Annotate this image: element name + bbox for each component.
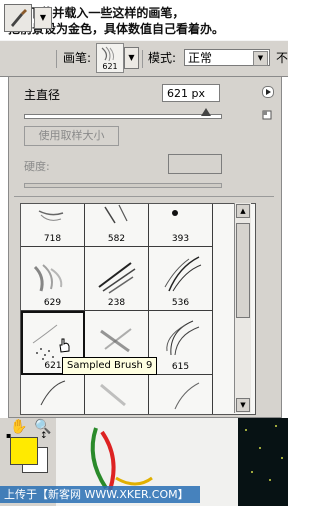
mode-label: 模式: bbox=[148, 51, 177, 65]
brush-size-label: 615 bbox=[171, 362, 190, 372]
brush-preset-629[interactable]: 629 bbox=[21, 247, 85, 311]
divider bbox=[56, 50, 57, 68]
scroll-down-button[interactable]: ▼ bbox=[236, 398, 250, 412]
swap-colors-icon[interactable]: ↕ bbox=[40, 431, 48, 441]
brush-preset-393[interactable]: 393 bbox=[149, 204, 213, 247]
brush-preset-unlabeled[interactable] bbox=[85, 375, 149, 414]
brush-stroke-icon bbox=[174, 382, 200, 410]
divider bbox=[142, 50, 143, 68]
canvas-preview bbox=[238, 418, 288, 506]
divider bbox=[14, 196, 274, 197]
brush-preset-unlabeled[interactable] bbox=[21, 375, 85, 414]
brush-grid-scrollbar[interactable]: ▲ ▼ bbox=[234, 203, 251, 413]
diameter-slider-thumb[interactable] bbox=[201, 108, 211, 116]
brush-preset-grid: 718 582 393 629 238 536 621 615 bbox=[20, 203, 256, 415]
hardness-input[interactable] bbox=[168, 154, 222, 174]
diameter-slider-track[interactable] bbox=[24, 114, 222, 119]
chevron-down-icon: ▼ bbox=[39, 13, 47, 22]
use-sample-size-button[interactable]: 使用取样大小 bbox=[24, 126, 119, 146]
brush-stroke-icon bbox=[40, 380, 66, 406]
mode-select[interactable]: 正常 ▼ bbox=[184, 49, 270, 66]
brush-label: 画笔: bbox=[63, 51, 92, 65]
brush-preset-718[interactable]: 718 bbox=[21, 204, 85, 247]
brush-stroke-icon bbox=[101, 46, 115, 62]
master-diameter-input[interactable]: 621 px bbox=[162, 84, 220, 102]
tool-preset-button[interactable] bbox=[4, 4, 32, 32]
panel-menu-button[interactable] bbox=[262, 86, 274, 98]
foreground-color-swatch[interactable] bbox=[10, 437, 38, 465]
brush-thumbnail[interactable]: 621 bbox=[96, 43, 124, 73]
chevron-down-icon: ▼ bbox=[128, 53, 135, 62]
brush-preset-238[interactable]: 238 bbox=[85, 247, 149, 311]
play-right-icon bbox=[266, 89, 271, 95]
upload-watermark: 上传于【新客网 WWW.XKER.COM】 bbox=[0, 486, 200, 503]
opacity-label-truncated: 不 bbox=[276, 51, 289, 65]
brush-preset-582[interactable]: 582 bbox=[85, 204, 149, 247]
hardness-label: 硬度: bbox=[24, 160, 50, 173]
brush-icon bbox=[11, 9, 27, 27]
brush-size-label: 582 bbox=[107, 234, 126, 244]
brush-size-label: 629 bbox=[43, 298, 62, 308]
new-page-icon bbox=[262, 110, 272, 120]
brush-size-label: 393 bbox=[171, 234, 190, 244]
mode-value: 正常 bbox=[188, 51, 213, 65]
chevron-down-icon: ▼ bbox=[253, 51, 268, 66]
canvas-sparkles bbox=[245, 425, 283, 481]
brush-preset-536[interactable]: 536 bbox=[149, 247, 213, 311]
chevron-up-icon: ▲ bbox=[240, 207, 246, 215]
brush-picker-dropdown[interactable]: ▼ bbox=[124, 47, 139, 69]
brush-preset-615[interactable]: 615 bbox=[149, 311, 213, 375]
hand-tool-icon[interactable]: ✋ bbox=[10, 420, 27, 434]
brush-size-label: 536 bbox=[171, 298, 190, 308]
scrollbar-thumb[interactable] bbox=[236, 223, 250, 318]
brush-stroke-icon bbox=[100, 383, 126, 407]
brush-size-label: 718 bbox=[43, 234, 62, 244]
brush-size-label: 238 bbox=[107, 298, 126, 308]
new-preset-button[interactable] bbox=[262, 110, 272, 120]
chevron-down-icon: ▼ bbox=[240, 401, 246, 409]
scroll-up-button[interactable]: ▲ bbox=[236, 204, 250, 218]
hardness-slider-track[interactable] bbox=[24, 183, 222, 188]
hand-cursor-icon bbox=[57, 337, 71, 356]
brush-preset-unlabeled[interactable] bbox=[149, 375, 213, 414]
brush-tooltip: Sampled Brush 9 bbox=[62, 357, 158, 375]
tool-preset-dropdown[interactable]: ▼ bbox=[34, 7, 52, 29]
master-diameter-label: 主直径 bbox=[24, 88, 61, 102]
brush-size-label: 621 bbox=[102, 62, 118, 71]
